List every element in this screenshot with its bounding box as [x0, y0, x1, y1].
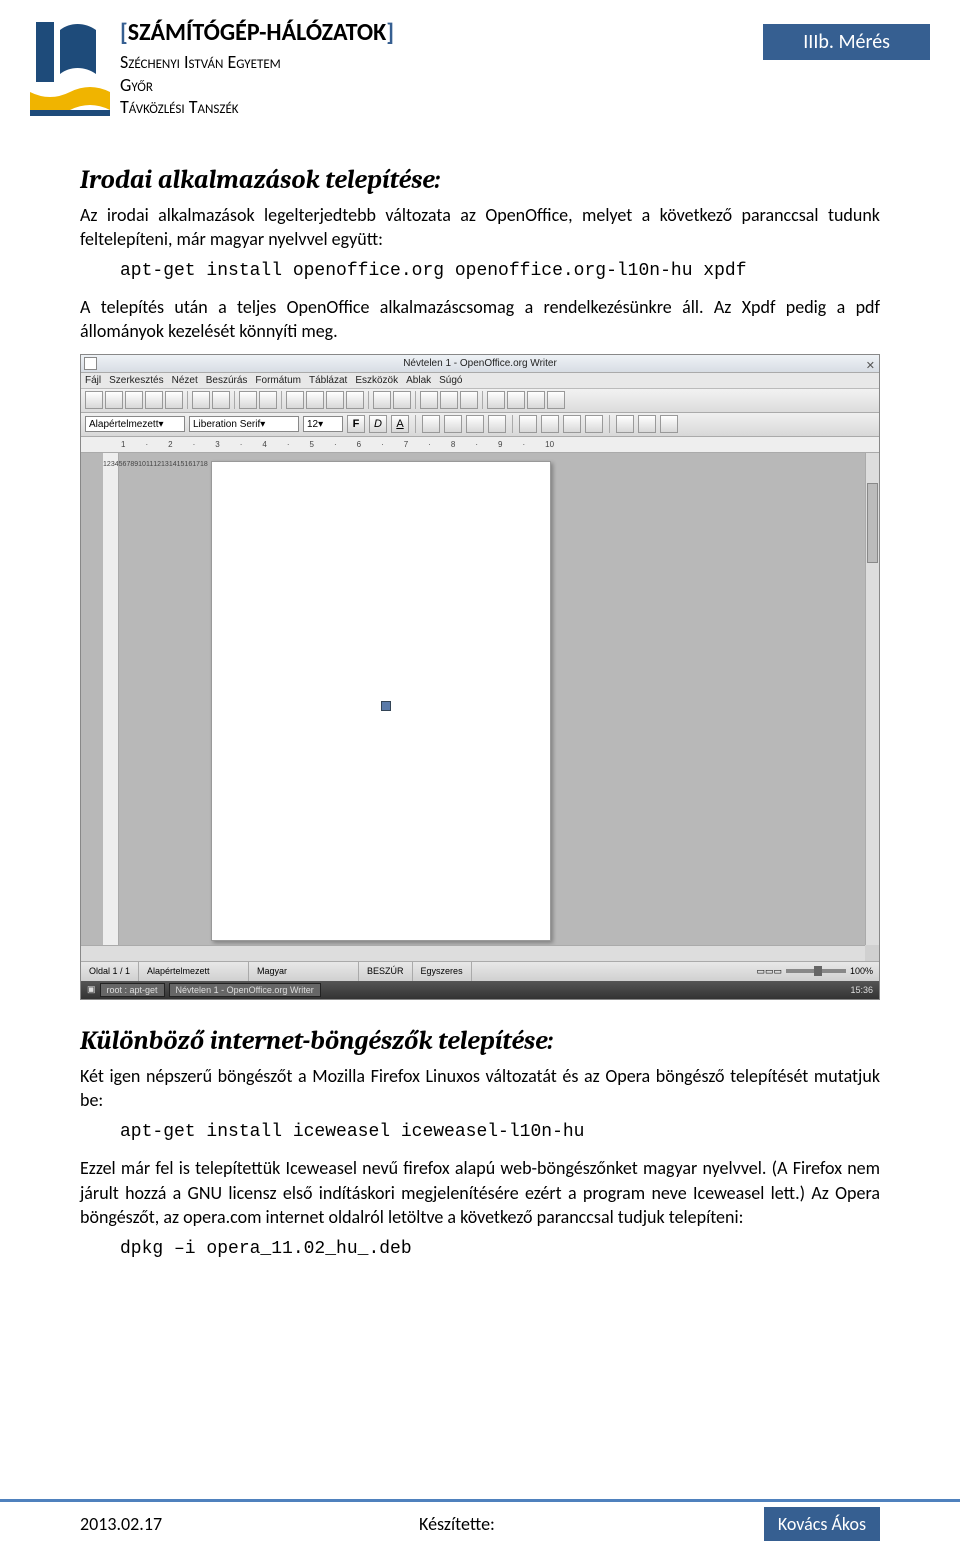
taskbar-item[interactable]: root : apt-get [100, 983, 165, 997]
window-title: Névtelen 1 - OpenOffice.org Writer [403, 358, 557, 369]
indent-inc-icon[interactable] [585, 415, 603, 433]
section-heading: Irodai alkalmazások telepítése: [80, 165, 880, 195]
code-block: apt-get install iceweasel iceweasel-l10n… [120, 1122, 880, 1142]
align-right-icon[interactable] [466, 415, 484, 433]
paste-icon[interactable] [326, 391, 344, 409]
university-city: Győr [120, 74, 930, 97]
menu-item[interactable]: Nézet [172, 375, 198, 386]
italic-icon[interactable]: D [369, 415, 387, 433]
autospell-icon[interactable] [259, 391, 277, 409]
fontcolor-icon[interactable] [616, 415, 634, 433]
taskbar-clock: 15:36 [850, 985, 873, 995]
font-combo[interactable]: Liberation Serif ▾ [189, 416, 299, 432]
preview-icon[interactable] [212, 391, 230, 409]
align-left-icon[interactable] [422, 415, 440, 433]
menu-item[interactable]: Súgó [439, 375, 462, 386]
standard-toolbar [81, 389, 879, 413]
measurement-badge: IIIb. Mérés [763, 24, 930, 60]
underline-icon[interactable]: A [391, 415, 409, 433]
code-block: apt-get install openoffice.org openoffic… [120, 261, 880, 281]
menu-item[interactable]: Formátum [255, 375, 301, 386]
viewlayout-icon[interactable]: ▭▭▭ [756, 966, 782, 977]
start-icon[interactable]: ▣ [87, 984, 96, 995]
openoffice-screenshot: Névtelen 1 - OpenOffice.org Writer ✕ Fáj… [80, 354, 880, 1000]
print-icon[interactable] [192, 391, 210, 409]
fontsize-combo[interactable]: 12 ▾ [303, 416, 343, 432]
status-style[interactable]: Alapértelmezett [139, 962, 249, 981]
status-select[interactable]: Egyszeres [413, 962, 472, 981]
status-lang[interactable]: Magyar [249, 962, 359, 981]
find-icon[interactable] [487, 391, 505, 409]
status-insert[interactable]: BESZÚR [359, 962, 413, 981]
hyperlink-icon[interactable] [420, 391, 438, 409]
format-toolbar: Alapértelmezett ▾ Liberation Serif ▾ 12 … [81, 413, 879, 437]
align-justify-icon[interactable] [488, 415, 506, 433]
document-content: Irodai alkalmazások telepítése: Az iroda… [0, 119, 960, 1260]
window-titlebar[interactable]: Névtelen 1 - OpenOffice.org Writer ✕ [81, 355, 879, 373]
status-bar: Oldal 1 / 1 Alapértelmezett Magyar BESZÚ… [81, 961, 879, 981]
indent-dec-icon[interactable] [563, 415, 581, 433]
body-paragraph: Az irodai alkalmazások legelterjedtebb v… [80, 203, 880, 252]
list-num-icon[interactable] [519, 415, 537, 433]
formatbrush-icon[interactable] [346, 391, 364, 409]
mail-icon[interactable] [145, 391, 163, 409]
menu-item[interactable]: Szerkesztés [109, 375, 163, 386]
code-block: dpkg –i opera_11.02_hu_.deb [120, 1239, 880, 1259]
cut-icon[interactable] [286, 391, 304, 409]
status-page[interactable]: Oldal 1 / 1 [81, 962, 139, 981]
menu-item[interactable]: Beszúrás [206, 375, 248, 386]
spellcheck-icon[interactable] [239, 391, 257, 409]
menu-item[interactable]: Táblázat [309, 375, 347, 386]
pdf-icon[interactable] [165, 391, 183, 409]
table-icon[interactable] [440, 391, 458, 409]
university-dept: Távközlési Tanszék [120, 96, 930, 119]
taskbar-item[interactable]: Névtelen 1 - OpenOffice.org Writer [169, 983, 321, 997]
menu-item[interactable]: Ablak [406, 375, 431, 386]
horizontal-scrollbar[interactable] [81, 945, 865, 961]
university-logo [30, 18, 110, 118]
redo-icon[interactable] [393, 391, 411, 409]
section-heading: Különböző internet-böngészők telepítése: [80, 1026, 880, 1056]
zoom-value[interactable]: 100% [850, 966, 873, 976]
document-canvas[interactable]: 1 2 3 4 5 6 7 8 9 10 11 12 13 14 15 16 1… [81, 453, 879, 945]
bgcolor-icon[interactable] [660, 415, 678, 433]
vertical-scrollbar[interactable] [865, 453, 879, 945]
body-paragraph: A telepítés után a teljes OpenOffice alk… [80, 295, 880, 344]
new-icon[interactable] [85, 391, 103, 409]
prepared-by-label: Készítette: [419, 1513, 495, 1535]
body-paragraph: Két igen népszerű böngészőt a Mozilla Fi… [80, 1064, 880, 1113]
save-icon[interactable] [125, 391, 143, 409]
menu-item[interactable]: Fájl [85, 375, 101, 386]
style-combo[interactable]: Alapértelmezett ▾ [85, 416, 185, 432]
undo-icon[interactable] [373, 391, 391, 409]
body-paragraph: Ezzel már fel is telepítettük Iceweasel … [80, 1156, 880, 1229]
author-badge: Kovács Ákos [764, 1507, 880, 1541]
zoom-icon[interactable] [527, 391, 545, 409]
os-taskbar[interactable]: ▣ root : apt-get Névtelen 1 - OpenOffice… [81, 981, 879, 999]
navigator-icon[interactable] [507, 391, 525, 409]
footer-date: 2013.02.17 [80, 1513, 162, 1535]
close-icon[interactable]: ✕ [866, 357, 875, 375]
help-icon[interactable] [547, 391, 565, 409]
scrollbar-thumb[interactable] [867, 483, 878, 563]
menu-bar[interactable]: Fájl Szerkesztés Nézet Beszúrás Formátum… [81, 373, 879, 389]
menu-item[interactable]: Eszközök [355, 375, 398, 386]
document-page[interactable] [211, 461, 551, 941]
horizontal-ruler[interactable]: 1· 2· 3· 4· 5· 6· 7· 8· 9· 10 [81, 437, 879, 453]
vertical-ruler[interactable]: 1 2 3 4 5 6 7 8 9 10 11 12 13 14 15 16 1… [103, 453, 119, 945]
window-icon [84, 357, 97, 370]
highlight-icon[interactable] [638, 415, 656, 433]
align-center-icon[interactable] [444, 415, 462, 433]
list-bullet-icon[interactable] [541, 415, 559, 433]
zoom-slider[interactable] [786, 969, 846, 973]
cursor-icon [381, 701, 391, 711]
document-footer: 2013.02.17 Készítette: Kovács Ákos [0, 1499, 960, 1545]
open-icon[interactable] [105, 391, 123, 409]
gallery-icon[interactable] [460, 391, 478, 409]
bold-icon[interactable]: F [347, 415, 365, 433]
copy-icon[interactable] [306, 391, 324, 409]
